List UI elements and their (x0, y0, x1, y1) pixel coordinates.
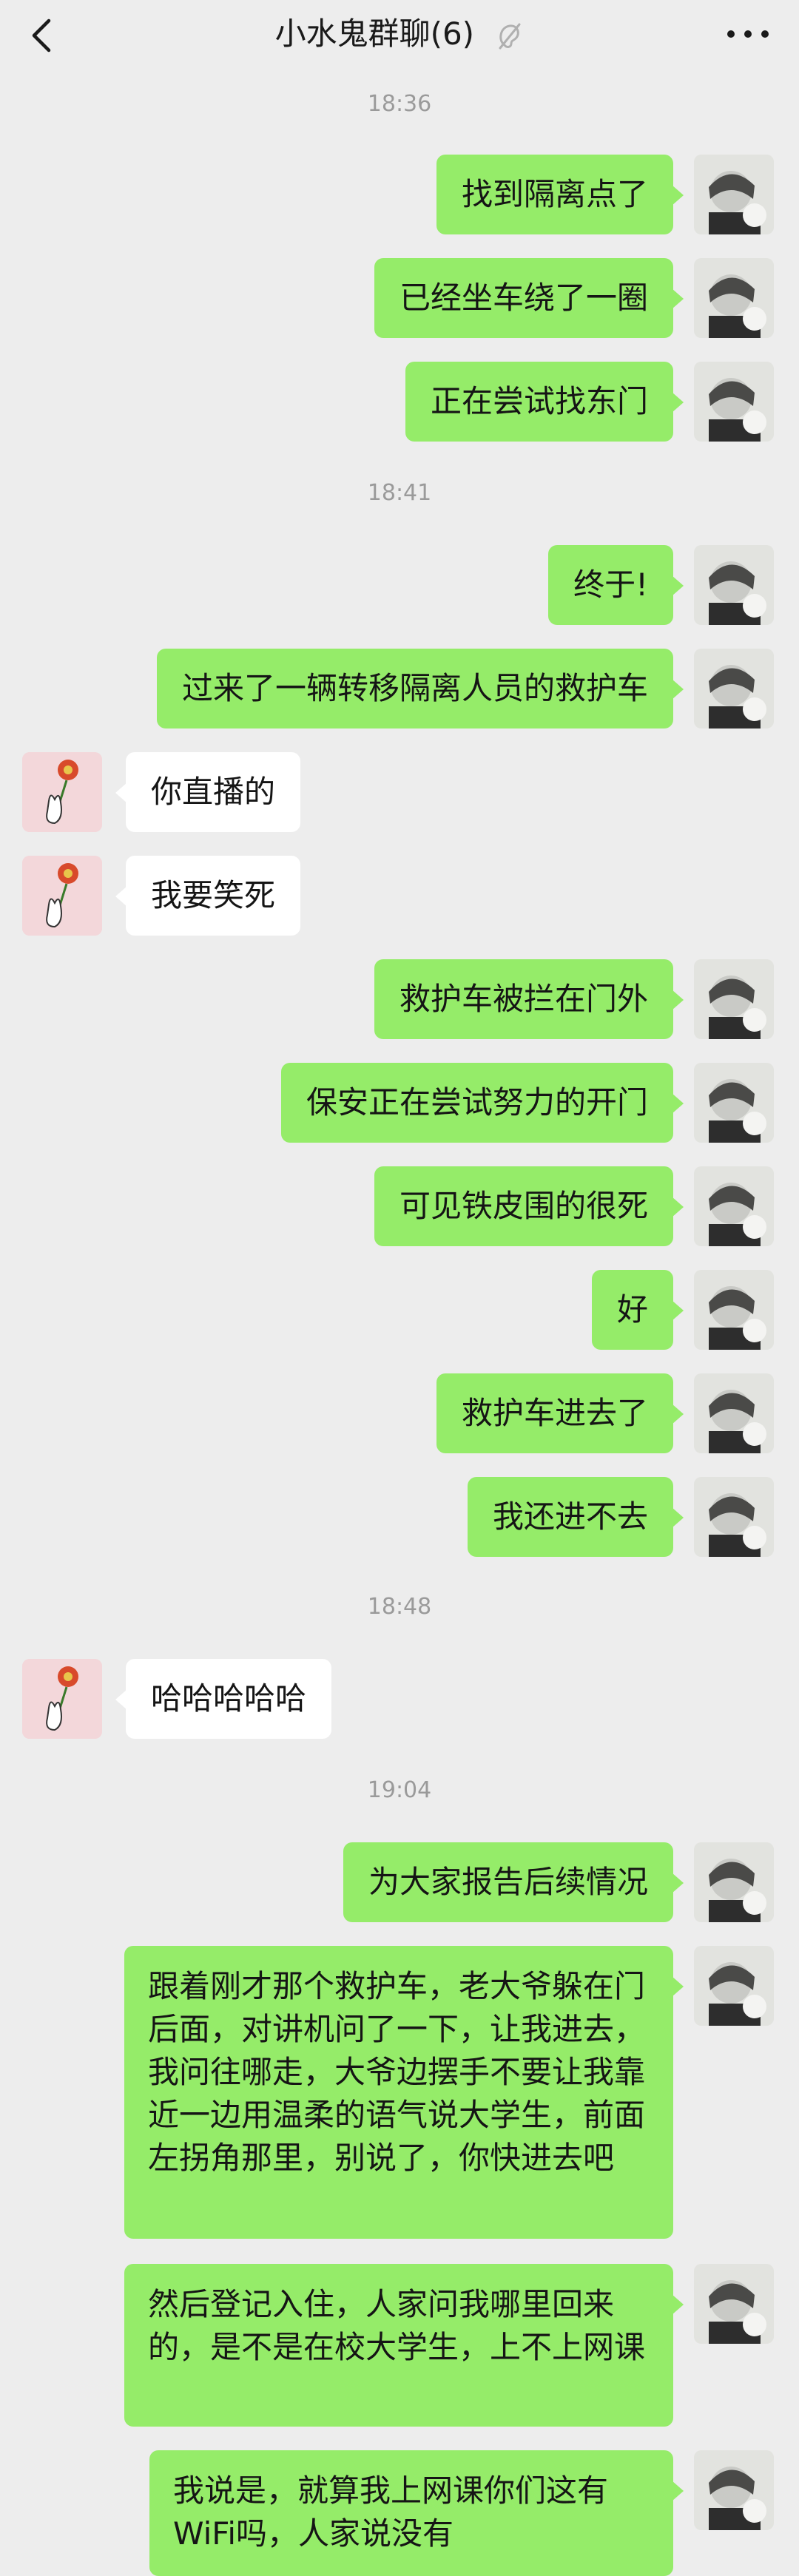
bubble-tail (672, 392, 684, 413)
avatar-me-image (694, 2450, 774, 2530)
bubble-tail (672, 1197, 684, 1217)
bubble-tail (672, 1300, 684, 1321)
bubble-tail (672, 1404, 684, 1424)
avatar-me[interactable] (694, 545, 774, 625)
avatar-me-image (694, 1063, 774, 1143)
avatar-me-image (694, 1946, 774, 2026)
avatar-me-image (694, 1270, 774, 1350)
avatar-me[interactable] (694, 258, 774, 338)
message-bubble-outgoing[interactable]: 我还进不去 (467, 1477, 673, 1557)
message-bubble-outgoing[interactable]: 过来了一辆转移隔离人员的救护车 (156, 649, 673, 728)
message-bubble-outgoing[interactable]: 保安正在尝试努力的开门 (280, 1063, 673, 1143)
message-bubble-outgoing[interactable]: 救护车进去了 (436, 1373, 673, 1453)
bubble-tail (672, 575, 684, 596)
more-dots-icon[interactable] (722, 18, 774, 50)
avatar-me-image (694, 649, 774, 728)
chat-title-wrap: 小水鬼群聊(6) (0, 12, 799, 56)
avatar-me[interactable] (694, 2450, 774, 2530)
avatar-me[interactable] (694, 1166, 774, 1246)
avatar-me-image (694, 362, 774, 442)
timestamp: 18:36 (367, 91, 432, 117)
avatar-me[interactable] (694, 1270, 774, 1350)
avatar-me[interactable] (694, 1477, 774, 1557)
bubble-tail (672, 990, 684, 1010)
avatar-me[interactable] (694, 1946, 774, 2026)
message-bubble-outgoing[interactable]: 找到隔离点了 (436, 155, 673, 234)
message-bubble-outgoing[interactable]: 我说是，就算我上网课你们这有WiFi吗，人家说没有 (149, 2450, 673, 2576)
message-bubble-outgoing[interactable]: 跟着刚才那个救护车，老大爷躲在门后面，对讲机问了一下，让我进去，我问往哪走，大爷… (124, 1946, 673, 2239)
avatar-me[interactable] (694, 155, 774, 234)
avatar-me-image (694, 258, 774, 338)
message-bubble-outgoing[interactable]: 为大家报告后续情况 (343, 1842, 673, 1922)
avatar-me-image (694, 1166, 774, 1246)
bubble-tail (672, 2294, 684, 2315)
avatar-flower-bunny-image (22, 1659, 102, 1739)
message-bubble-outgoing[interactable]: 然后登记入住，人家问我哪里回来的，是不是在校大学生，上不上网课 (124, 2264, 673, 2427)
bubble-tail (672, 185, 684, 206)
message-bubble-outgoing[interactable]: 可见铁皮围的很死 (374, 1166, 673, 1246)
avatar-me[interactable] (694, 1063, 774, 1143)
message-bubble-outgoing[interactable]: 正在尝试找东门 (405, 362, 673, 442)
message-bubble-outgoing[interactable]: 好 (591, 1270, 673, 1350)
bubble-tail (672, 288, 684, 309)
bubble-tail (672, 679, 684, 700)
message-bubble-outgoing[interactable]: 已经坐车绕了一圈 (374, 258, 673, 338)
avatar-other[interactable] (22, 752, 102, 832)
avatar-me[interactable] (694, 2264, 774, 2344)
chat-header: 小水鬼群聊(6) (0, 0, 799, 68)
avatar-me-image (694, 959, 774, 1039)
bubble-tail (672, 1507, 684, 1528)
timestamp: 18:41 (367, 480, 432, 506)
timestamp: 18:48 (367, 1594, 432, 1620)
message-bubble-outgoing[interactable]: 救护车被拦在门外 (374, 959, 673, 1039)
avatar-flower-bunny-image (22, 856, 102, 936)
avatar-other[interactable] (22, 856, 102, 936)
message-bubble-incoming[interactable]: 你直播的 (126, 752, 301, 832)
mute-ear-icon (499, 23, 521, 49)
bubble-tail (672, 1093, 684, 1114)
avatar-other[interactable] (22, 1659, 102, 1739)
avatar-me[interactable] (694, 649, 774, 728)
bubble-tail (672, 2481, 684, 2501)
avatar-me[interactable] (694, 959, 774, 1039)
bubble-tail (672, 1976, 684, 1997)
message-bubble-incoming[interactable]: 我要笑死 (126, 856, 301, 936)
message-bubble-incoming[interactable]: 哈哈哈哈哈 (126, 1659, 332, 1739)
avatar-me-image (694, 1373, 774, 1453)
timestamp: 19:04 (367, 1777, 432, 1803)
bubble-tail (672, 1873, 684, 1893)
avatar-me-image (694, 1842, 774, 1922)
avatar-me[interactable] (694, 1373, 774, 1453)
avatar-me-image (694, 2264, 774, 2344)
avatar-me-image (694, 155, 774, 234)
avatar-me[interactable] (694, 362, 774, 442)
avatar-me[interactable] (694, 1842, 774, 1922)
chat-title: 小水鬼群聊(6) (274, 16, 475, 52)
avatar-flower-bunny-image (22, 752, 102, 832)
avatar-me-image (694, 545, 774, 625)
message-bubble-outgoing[interactable]: 终于! (548, 545, 673, 625)
avatar-me-image (694, 1477, 774, 1557)
